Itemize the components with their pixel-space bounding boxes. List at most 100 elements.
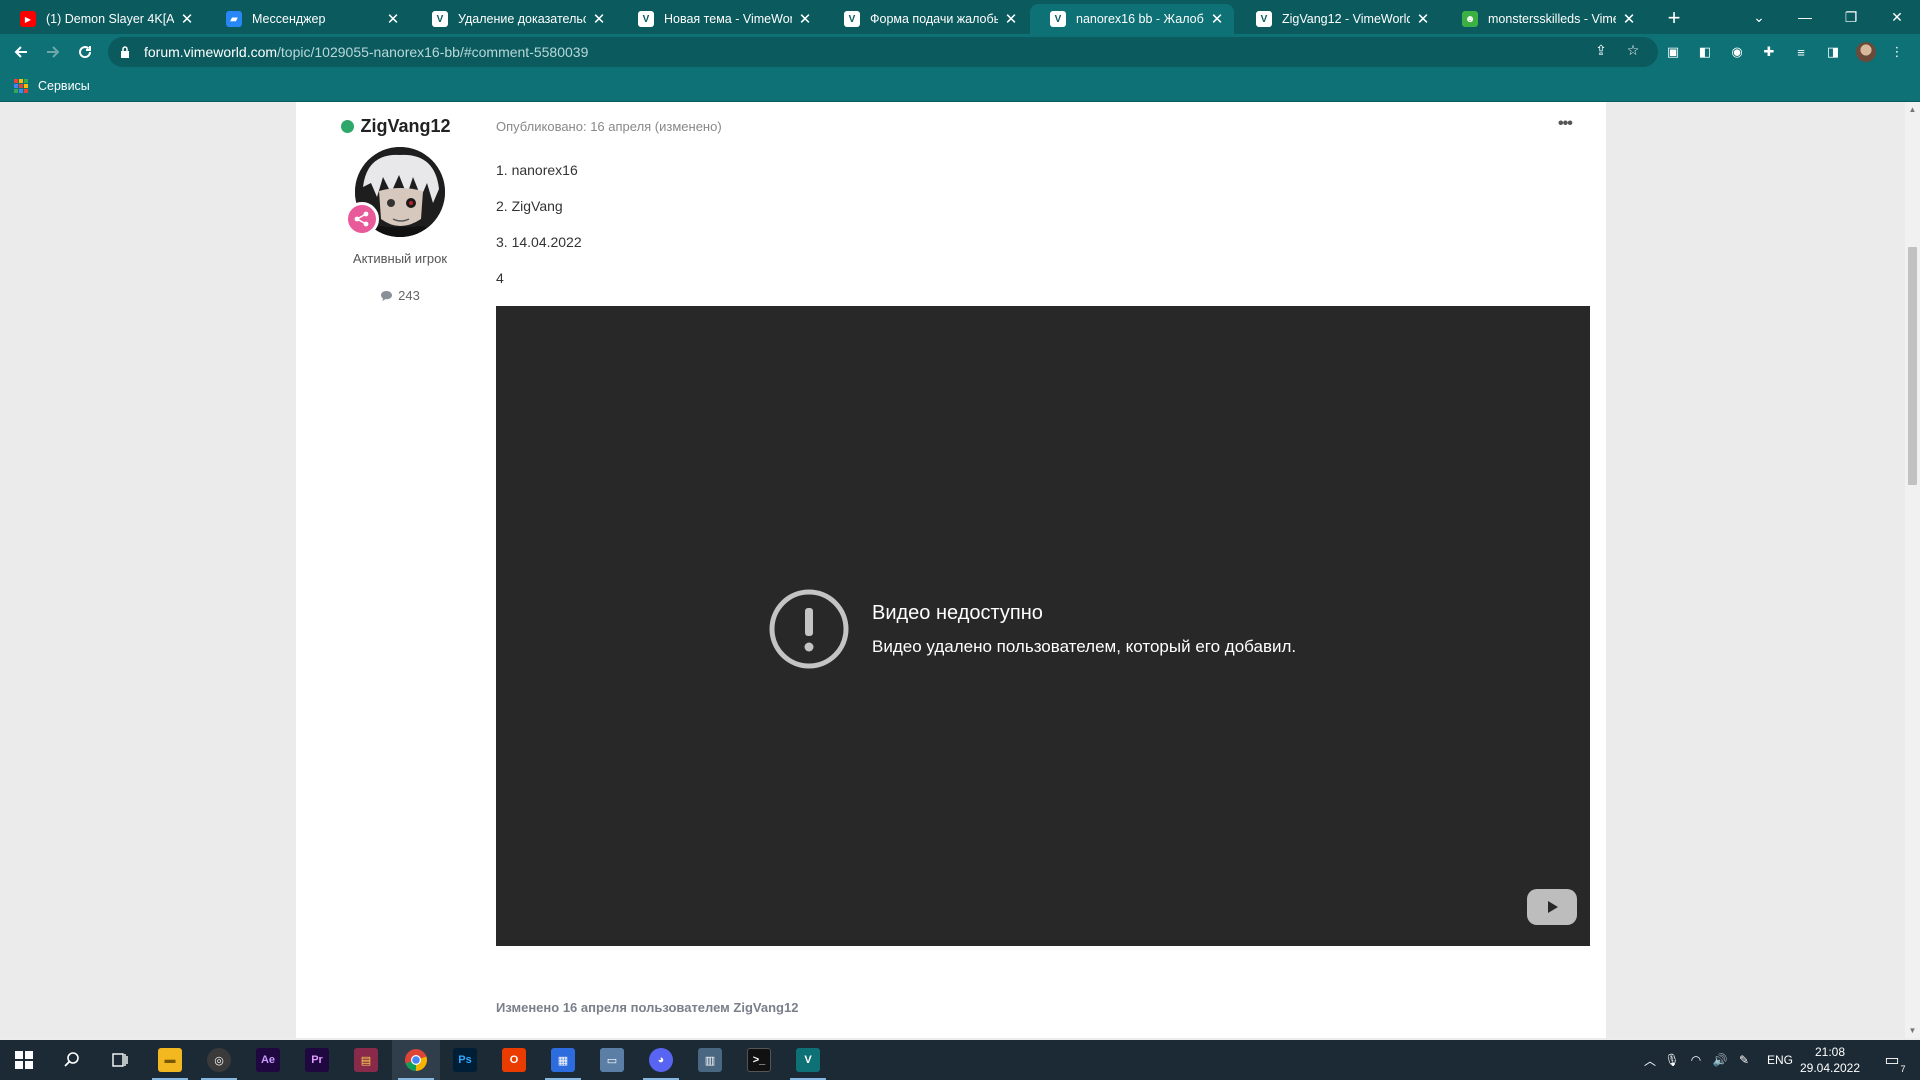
share-icon[interactable]: ⇪: [1593, 42, 1609, 58]
scroll-up-icon[interactable]: ▲: [1905, 102, 1920, 117]
video-error-message: Видео удалено пользователем, который его…: [872, 636, 1297, 656]
author-avatar[interactable]: [345, 147, 445, 237]
page-scrollbar[interactable]: ▲ ▼: [1905, 102, 1920, 1038]
taskbar-file-explorer[interactable]: ▬: [146, 1040, 194, 1080]
youtube-logo-button[interactable]: [1527, 889, 1577, 925]
browser-tab[interactable]: ▰ Мессенджер ✕: [206, 4, 410, 34]
photoshop-icon: Ps: [453, 1048, 477, 1072]
online-status-icon: [341, 120, 355, 133]
browser-tab[interactable]: V ZigVang12 - VimeWorld - Ф ✕: [1236, 4, 1440, 34]
start-button[interactable]: [0, 1040, 48, 1080]
browser-tab[interactable]: ▶ (1) Demon Slayer 4K[AMV ✕: [0, 4, 204, 34]
taskbar-photoshop[interactable]: Ps: [441, 1040, 489, 1080]
pen-icon[interactable]: ✎: [1732, 1053, 1756, 1067]
apps-shortcut[interactable]: Сервисы: [14, 79, 90, 93]
wifi-icon[interactable]: ◠: [1684, 1053, 1708, 1067]
taskbar-calculator[interactable]: ▥: [686, 1040, 734, 1080]
tab-title: Новая тема - VimeWorld: [664, 12, 792, 26]
side-panel-icon[interactable]: ◨: [1824, 43, 1842, 61]
media-control-icon[interactable]: ≡: [1792, 43, 1810, 61]
taskbar-premiere[interactable]: Pr: [293, 1040, 341, 1080]
browser-tab[interactable]: ☻ monstersskilleds - VimeTop ✕: [1442, 4, 1646, 34]
forward-button[interactable]: [39, 38, 67, 66]
taskbar-after-effects[interactable]: Ae: [244, 1040, 292, 1080]
taskbar-obs[interactable]: ◎: [195, 1040, 243, 1080]
post-published-meta: Опубликовано: 16 апреля (изменено): [496, 119, 722, 134]
volume-icon[interactable]: 🔊: [1708, 1053, 1732, 1067]
forward-arrow-icon: [47, 46, 60, 58]
reload-button[interactable]: [71, 38, 99, 66]
notifications-button[interactable]: ▭ 7: [1872, 1040, 1912, 1080]
close-icon[interactable]: ✕: [1416, 10, 1430, 28]
author-rank-title: Активный игрок: [352, 251, 448, 266]
microphone-icon[interactable]: 🎙: [1660, 1053, 1684, 1067]
terminal-icon: >_: [747, 1048, 771, 1072]
new-tab-button[interactable]: +: [1660, 4, 1688, 32]
back-button[interactable]: [7, 38, 35, 66]
embedded-video-player[interactable]: Видео недоступно Видео удалено пользоват…: [496, 306, 1590, 946]
taskbar-office[interactable]: O: [490, 1040, 538, 1080]
obs-icon: ◎: [207, 1048, 231, 1072]
browser-tab[interactable]: V Новая тема - VimeWorld ✕: [618, 4, 822, 34]
system-clock[interactable]: 21:08 29.04.2022: [1790, 1044, 1870, 1076]
extension-lens-icon[interactable]: ◉: [1728, 43, 1746, 61]
author-name[interactable]: ZigVang12: [360, 116, 450, 137]
extension-screen-icon[interactable]: ▣: [1664, 43, 1682, 61]
reload-icon: [79, 46, 92, 59]
taskbar-terminal[interactable]: >_: [735, 1040, 783, 1080]
task-view-button[interactable]: [96, 1040, 144, 1080]
close-icon[interactable]: ✕: [798, 10, 812, 28]
tab-title: nanorex16 bb - Жалобы на: [1076, 12, 1204, 26]
post-line: 4: [496, 270, 504, 286]
office-icon: O: [502, 1048, 526, 1072]
extensions-puzzle-icon[interactable]: ✚: [1760, 43, 1778, 61]
close-icon[interactable]: ✕: [592, 10, 606, 28]
search-button[interactable]: [48, 1040, 96, 1080]
close-icon[interactable]: ✕: [1210, 10, 1224, 28]
menu-kebab-icon[interactable]: ⋮: [1888, 43, 1906, 61]
tab-strip: ▶ (1) Demon Slayer 4K[AMV ✕ ▰ Мессенджер…: [0, 0, 1920, 34]
scroll-thumb[interactable]: [1908, 247, 1917, 485]
post-line: 1. nanorex16: [496, 162, 578, 178]
close-window-button[interactable]: ✕: [1874, 0, 1920, 34]
browser-tab[interactable]: V Удаление доказательств ✕: [412, 4, 616, 34]
author-content-count[interactable]: 243: [340, 288, 460, 303]
scroll-down-icon[interactable]: ▼: [1905, 1023, 1920, 1038]
remote-desktop-icon: ▭: [600, 1048, 624, 1072]
browser-tab[interactable]: V Форма подачи жалобы на ✕: [824, 4, 1028, 34]
discord-icon: ◕: [649, 1048, 673, 1072]
tab-title: Удаление доказательств: [458, 12, 586, 26]
minimize-button[interactable]: —: [1782, 0, 1828, 34]
bookmark-star-icon[interactable]: ☆: [1625, 42, 1641, 58]
tab-search-button[interactable]: ⌄: [1736, 0, 1782, 34]
task-view-icon: [112, 1053, 128, 1067]
tab-title: ZigVang12 - VimeWorld - Ф: [1282, 12, 1410, 26]
close-icon[interactable]: ✕: [386, 10, 400, 28]
taskbar-app-store[interactable]: ▦: [539, 1040, 587, 1080]
taskbar-vimeworld[interactable]: V: [784, 1040, 832, 1080]
tray-overflow-chevron-icon[interactable]: ︿: [1640, 1052, 1660, 1069]
post-author-panel: ZigVang12 Активный игрок 243: [340, 116, 460, 303]
post-options-menu-icon[interactable]: •••: [1558, 115, 1573, 133]
after-effects-icon: Ae: [256, 1048, 280, 1072]
picture-in-picture-icon[interactable]: ◧: [1696, 43, 1714, 61]
lock-icon[interactable]: [120, 46, 134, 58]
browser-tab-active[interactable]: V nanorex16 bb - Жалобы на ✕: [1030, 4, 1234, 34]
edited-note: Изменено 16 апреля пользователем ZigVang…: [496, 1000, 799, 1015]
calculator-icon: ▥: [698, 1048, 722, 1072]
warning-exclamation-icon: [769, 589, 849, 669]
close-icon[interactable]: ✕: [1622, 10, 1636, 28]
taskbar-discord[interactable]: ◕: [637, 1040, 685, 1080]
address-bar[interactable]: forum.vimeworld.com/topic/1029055-nanore…: [108, 37, 1658, 67]
close-icon[interactable]: ✕: [180, 10, 194, 28]
taskbar-winrar[interactable]: ▤: [342, 1040, 390, 1080]
author-name-row[interactable]: ZigVang12: [332, 116, 460, 137]
taskbar-remote-desktop[interactable]: ▭: [588, 1040, 636, 1080]
taskbar-chrome[interactable]: [392, 1040, 440, 1080]
profile-avatar[interactable]: [1856, 42, 1876, 62]
vimeworld-icon: V: [432, 11, 448, 27]
close-icon[interactable]: ✕: [1004, 10, 1018, 28]
restore-button[interactable]: ❐: [1828, 0, 1874, 34]
bookmarks-bar: Сервисы: [0, 70, 1920, 102]
video-error-title: Видео недоступно: [872, 601, 1043, 624]
